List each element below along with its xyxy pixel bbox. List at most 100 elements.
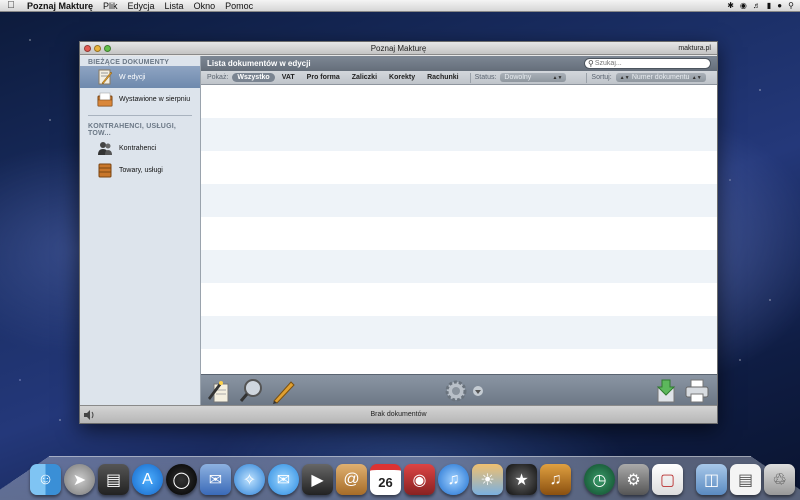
new-document-icon[interactable]: [206, 378, 232, 404]
outbox-tray-icon: [97, 92, 113, 107]
edit-pencil-icon[interactable]: [271, 378, 297, 404]
gear-icon[interactable]: [444, 378, 470, 404]
iphoto-icon[interactable]: ☀: [472, 464, 503, 495]
preview-icon[interactable]: ▢: [652, 464, 683, 495]
system-preferences-icon[interactable]: ⚙: [618, 464, 649, 495]
popup-arrows-icon: ▲▼: [691, 74, 702, 81]
sidebar-divider: [88, 115, 192, 116]
filter-advances[interactable]: Zaliczki: [347, 73, 382, 82]
app-store-icon[interactable]: A: [132, 464, 163, 495]
bluetooth-icon[interactable]: ✱: [727, 1, 734, 10]
safari-speed-icon[interactable]: ◯: [166, 464, 197, 495]
dock: ☺ ➤ ▤ A ◯ ✉ ✧ ✉ ▶ @ 26 ◉ ♫ ☀ ★ ♫ ◷ ⚙ ▢ ◫…: [30, 455, 795, 495]
finder-icon[interactable]: ☺: [30, 464, 61, 495]
folder-icon[interactable]: ◫: [696, 464, 727, 495]
menu-pomoc[interactable]: Pomoc: [220, 1, 258, 11]
window-title: Poznaj Makturę: [370, 43, 427, 53]
status-filter-popup[interactable]: Dowolny ▲▼: [500, 73, 567, 82]
sidebar-item-label: Kontrahenci: [119, 144, 157, 152]
battery-icon[interactable]: ▮: [767, 1, 771, 10]
status-filter-value: Dowolny: [504, 74, 532, 81]
speaker-icon[interactable]: [83, 409, 95, 421]
filter-bar: Pokaż: Wszystko VAT Pro forma Zaliczki K…: [201, 71, 717, 85]
popup-arrows-icon: ▲▼: [619, 74, 630, 81]
list-row[interactable]: [201, 85, 717, 118]
title-bar[interactable]: Poznaj Makturę maktura.pl: [80, 42, 717, 55]
filter-show-label: Pokaż:: [207, 74, 229, 81]
menu-okno[interactable]: Okno: [189, 1, 221, 11]
sidebar-item-contractors[interactable]: Kontrahenci: [80, 137, 200, 159]
sidebar-item-issued-august[interactable]: Wystawione w sierpniu: [80, 88, 200, 110]
facetime-icon[interactable]: ▶: [302, 464, 333, 495]
volume-icon[interactable]: ♬: [753, 1, 761, 10]
wifi-icon[interactable]: ◉: [740, 1, 747, 10]
safari-icon[interactable]: ✧: [234, 464, 265, 495]
list-row[interactable]: [201, 184, 717, 217]
sidebar-item-in-edit[interactable]: W edycji: [80, 66, 200, 88]
list-row[interactable]: [201, 151, 717, 184]
sidebar: BIEŻĄCE DOKUMENTY W edycji Wystawione w …: [80, 56, 201, 405]
list-title: Lista dokumentów w edycji: [207, 59, 311, 68]
bottom-toolbar: [201, 374, 717, 405]
filter-corrections[interactable]: Korekty: [384, 73, 420, 82]
trash-icon[interactable]: ♲: [764, 464, 795, 495]
print-icon[interactable]: [684, 378, 710, 404]
menu-lista[interactable]: Lista: [160, 1, 189, 11]
mail-stamp-icon[interactable]: ✉: [200, 464, 231, 495]
sidebar-item-label: Towary, usługi: [119, 166, 163, 174]
list-row[interactable]: [201, 349, 717, 374]
sidebar-item-label: Wystawione w sierpniu: [119, 95, 191, 103]
main-panel: Lista dokumentów w edycji ⚲ Pokaż: Wszys…: [201, 56, 717, 405]
list-row[interactable]: [201, 283, 717, 316]
search-field[interactable]: ⚲: [584, 58, 711, 69]
sort-label: Sortuj:: [591, 74, 612, 81]
address-book-icon[interactable]: @: [336, 464, 367, 495]
list-row[interactable]: [201, 250, 717, 283]
filter-bills[interactable]: Rachunki: [422, 73, 464, 82]
filter-divider: [586, 72, 588, 83]
dashboard-icon[interactable]: ▤: [98, 464, 129, 495]
sidebar-item-label: W edycji: [119, 73, 146, 81]
preview-icon[interactable]: [239, 378, 265, 404]
sort-popup[interactable]: ▲▼ Numer dokumentu ▲▼: [615, 73, 706, 82]
list-row[interactable]: [201, 316, 717, 349]
menu-plik[interactable]: Plik: [98, 1, 123, 11]
filter-pro-forma[interactable]: Pro forma: [302, 73, 345, 82]
sidebar-item-goods-services[interactable]: Towary, usługi: [80, 159, 200, 181]
document-icon[interactable]: ▤: [730, 464, 761, 495]
document-list[interactable]: [201, 85, 717, 374]
time-machine-icon[interactable]: ◷: [584, 464, 615, 495]
spotlight-icon[interactable]: ⚲: [788, 1, 794, 10]
contacts-icon: [98, 142, 112, 155]
document-edit-icon: [98, 69, 113, 85]
imovie-icon[interactable]: ★: [506, 464, 537, 495]
filter-vat[interactable]: VAT: [277, 73, 300, 82]
filter-all[interactable]: Wszystko: [232, 73, 275, 82]
itunes-icon[interactable]: ♫: [438, 464, 469, 495]
status-bar: Brak dokumentów: [80, 405, 717, 423]
calendar-icon[interactable]: 26: [370, 464, 401, 495]
list-row[interactable]: [201, 217, 717, 250]
list-row[interactable]: [201, 118, 717, 151]
popup-arrows-icon: ▲▼: [552, 74, 563, 81]
list-header: Lista dokumentów w edycji ⚲: [201, 56, 717, 71]
status-filter-label: Status:: [474, 74, 497, 81]
status-text: Brak dokumentów: [370, 411, 427, 418]
menu-app-name[interactable]: Poznaj Makturę: [22, 1, 98, 11]
gear-menu-chevron-icon[interactable]: [471, 378, 485, 404]
sidebar-section-current: BIEŻĄCE DOKUMENTY: [88, 59, 170, 66]
menu-edycja[interactable]: Edycja: [123, 1, 160, 11]
website-label[interactable]: maktura.pl: [678, 45, 711, 52]
apple-menu-icon[interactable]: : [0, 0, 22, 11]
messages-icon[interactable]: ✉: [268, 464, 299, 495]
garageband-icon[interactable]: ♫: [540, 464, 571, 495]
photo-booth-icon[interactable]: ◉: [404, 464, 435, 495]
user-icon[interactable]: ●: [777, 1, 782, 10]
launchpad-icon[interactable]: ➤: [64, 464, 95, 495]
sort-value: Numer dokumentu: [631, 74, 690, 81]
sidebar-section-contractors: KONTRAHENCI, USŁUGI, TOW...: [88, 123, 176, 137]
export-pdf-icon[interactable]: [653, 378, 679, 404]
box-icon: [98, 163, 112, 178]
search-input[interactable]: [594, 60, 705, 67]
search-icon: ⚲: [588, 59, 594, 68]
